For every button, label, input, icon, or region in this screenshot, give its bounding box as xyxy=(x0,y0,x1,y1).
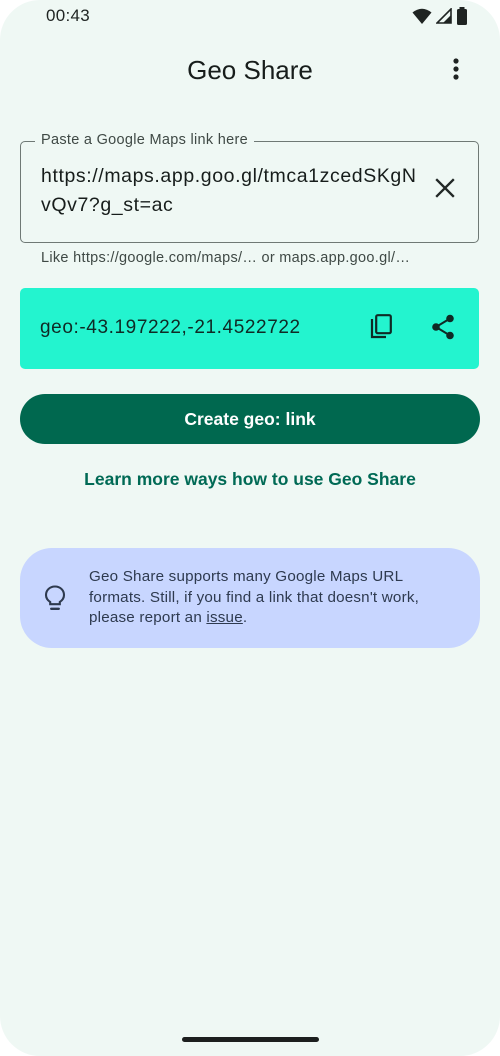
info-text: Geo Share supports many Google Maps URL … xyxy=(89,567,459,629)
signal-icon xyxy=(435,7,452,29)
learn-more-link[interactable]: Learn more ways how to use Geo Share xyxy=(0,469,500,490)
link-input-value[interactable]: https://maps.app.goo.gl/tmca1zcedSKgNvQv… xyxy=(41,162,421,220)
more-options-button[interactable] xyxy=(438,53,474,89)
more-vert-icon xyxy=(452,57,460,86)
app-title: Geo Share xyxy=(187,55,313,85)
info-card: Geo Share supports many Google Maps URL … xyxy=(20,548,480,648)
lightbulb-icon xyxy=(42,584,68,612)
copy-button[interactable] xyxy=(365,313,397,345)
link-input-supporting-text: Like https://google.com/maps/… or maps.a… xyxy=(41,250,411,266)
status-icons xyxy=(412,7,468,30)
clear-input-button[interactable] xyxy=(430,175,460,205)
close-icon xyxy=(435,177,455,203)
gesture-navigation-bar[interactable] xyxy=(182,1037,319,1042)
share-button[interactable] xyxy=(427,313,459,345)
geo-result-card: geo:-43.197222,-21.4522722 xyxy=(20,288,479,369)
status-time: 00:43 xyxy=(46,6,91,25)
link-input-label: Paste a Google Maps link here xyxy=(35,132,254,148)
app-screen: 00:43 Geo Share Paste a Google Maps link… xyxy=(0,0,500,1056)
report-issue-link[interactable]: issue xyxy=(206,609,242,626)
geo-uri-text: geo:-43.197222,-21.4522722 xyxy=(40,317,301,338)
copy-icon xyxy=(369,313,393,345)
wifi-icon xyxy=(412,8,432,30)
info-text-body: Geo Share supports many Google Maps URL … xyxy=(89,568,420,626)
create-geo-link-button[interactable]: Create geo: link xyxy=(20,394,480,444)
top-app-bar: Geo Share xyxy=(0,40,500,102)
share-icon xyxy=(431,314,455,345)
status-bar: 00:43 xyxy=(0,0,500,34)
link-input-field[interactable]: Paste a Google Maps link here https://ma… xyxy=(20,132,479,243)
battery-icon xyxy=(456,7,468,30)
info-text-end: . xyxy=(242,609,248,626)
